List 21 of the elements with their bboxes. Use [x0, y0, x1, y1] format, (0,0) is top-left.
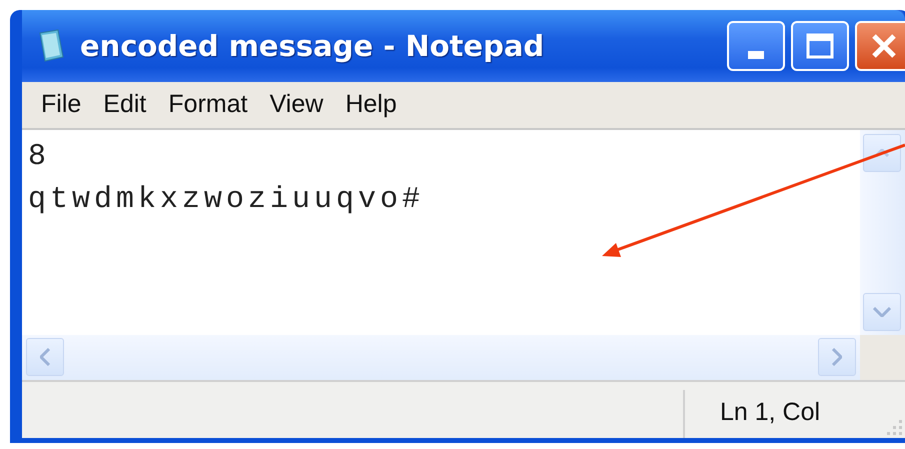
vertical-scrollbar[interactable] [860, 130, 905, 335]
menu-item[interactable]: Edit [92, 90, 158, 120]
cursor-position: Ln 1, Col [720, 398, 820, 427]
menu-item[interactable]: Help [334, 90, 408, 120]
menu-item[interactable]: View [258, 90, 334, 120]
minimize-button[interactable] [727, 20, 785, 71]
menu-item[interactable]: Format [157, 90, 259, 120]
window-title: encoded message - Notepad [80, 28, 546, 63]
maximize-button[interactable] [791, 20, 849, 71]
maximize-icon [806, 32, 834, 59]
scroll-left-button[interactable] [26, 338, 64, 376]
text-line: qtwdmkxzwoziuuqvo# [28, 182, 424, 219]
close-button[interactable] [855, 20, 905, 71]
scroll-right-button[interactable] [818, 338, 856, 376]
scroll-up-button[interactable] [863, 134, 901, 172]
horizontal-scrollbar[interactable] [22, 335, 860, 380]
text-line: 8 [28, 139, 50, 176]
menu-item[interactable]: File [30, 90, 92, 120]
close-icon [871, 32, 897, 59]
scroll-down-button[interactable] [863, 293, 901, 331]
minimize-icon [748, 50, 764, 59]
